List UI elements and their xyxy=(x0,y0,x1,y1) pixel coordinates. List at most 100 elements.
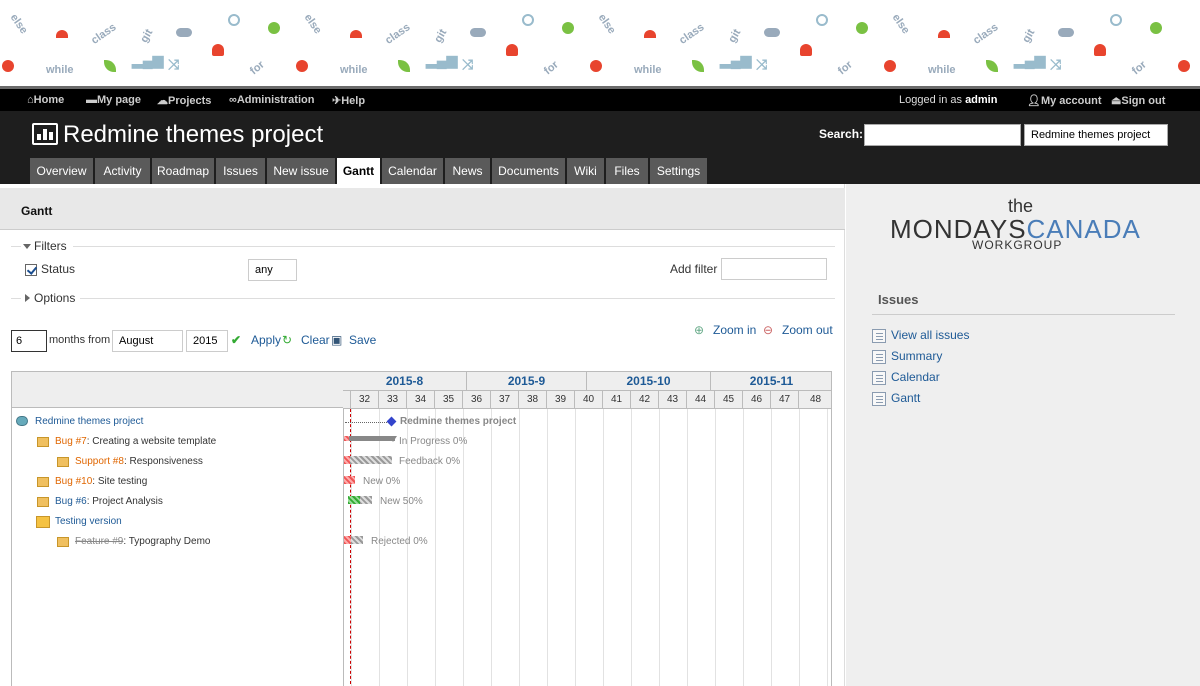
add-filter-select[interactable] xyxy=(721,258,827,280)
user-icon xyxy=(800,44,812,56)
download-circle-icon xyxy=(1178,60,1190,72)
upload-circle-icon xyxy=(856,22,868,34)
gantt-issue-bar[interactable] xyxy=(344,476,355,484)
gantt-parent-bar[interactable] xyxy=(345,436,395,441)
apply-button[interactable]: Apply xyxy=(251,333,281,347)
year-select[interactable]: 2015 xyxy=(186,330,228,352)
top-menu-sign-out[interactable]: ⏏Sign out xyxy=(1111,94,1165,107)
tab-overview[interactable]: Overview xyxy=(30,158,93,184)
sidebar-link[interactable]: Gantt xyxy=(891,391,920,405)
collapse-arrow-icon[interactable] xyxy=(23,244,31,249)
search-input[interactable] xyxy=(864,124,1021,146)
month-select[interactable]: August xyxy=(112,330,183,352)
gantt-week-header: 32 xyxy=(351,391,379,409)
issue-link[interactable]: Feature #9 xyxy=(75,536,123,547)
sidebar-link[interactable]: Summary xyxy=(891,349,942,363)
list-icon xyxy=(872,392,886,406)
download-circle-icon xyxy=(296,60,308,72)
issue-subject: : Site testing xyxy=(92,476,148,487)
gantt-late-bar xyxy=(344,536,351,544)
download-circle-icon xyxy=(2,60,14,72)
top-menu-my-page[interactable]: ▬My page xyxy=(86,94,141,106)
save-icon: ▣ xyxy=(331,333,343,347)
top-menu-my-account-label: My account xyxy=(1040,95,1102,107)
gantt-grid-line xyxy=(603,409,604,686)
zoom-out-link[interactable]: Zoom out xyxy=(782,323,833,337)
tab-wiki[interactable]: Wiki xyxy=(567,158,604,184)
issue-link[interactable]: Bug #10 xyxy=(55,476,92,487)
top-menu-projects[interactable]: ☁Projects xyxy=(157,94,211,107)
status-filter-checkbox[interactable] xyxy=(25,264,37,276)
gantt-issue-bar[interactable] xyxy=(350,456,392,464)
clear-button[interactable]: Clear xyxy=(301,333,330,347)
gantt-week-header: 33 xyxy=(379,391,407,409)
save-button[interactable]: Save xyxy=(349,333,376,347)
project-jump-select[interactable]: Redmine themes project xyxy=(1024,124,1168,146)
months-input[interactable]: 6 xyxy=(11,330,47,352)
pattern-word: git xyxy=(432,27,450,45)
gantt-week-header: 38 xyxy=(519,391,547,409)
tab-news[interactable]: News xyxy=(445,158,490,184)
sidebar-link[interactable]: Calendar xyxy=(891,370,940,384)
status-filter-select[interactable]: any xyxy=(248,259,297,281)
zoom-in-link[interactable]: Zoom in xyxy=(713,323,756,337)
sidebar-issues-title: Issues xyxy=(878,292,919,307)
expand-arrow-icon[interactable] xyxy=(25,294,30,302)
issue-link[interactable]: Bug #6 xyxy=(55,496,87,507)
tab-documents[interactable]: Documents xyxy=(492,158,565,184)
list-icon xyxy=(872,329,886,343)
gantt-bar-label: In Progress 0% xyxy=(399,436,468,447)
options-legend[interactable]: Options xyxy=(34,291,75,305)
pattern-word: while xyxy=(46,64,74,76)
top-menu-administration[interactable]: ∞Administration xyxy=(229,94,314,106)
sidebar-link[interactable]: View all issues xyxy=(891,328,969,342)
zoom-out-icon: ⊖ xyxy=(763,323,774,337)
top-menu-home[interactable]: ⌂Home xyxy=(27,94,64,106)
signal-bars-icon: ▂▄▆ xyxy=(426,52,458,68)
checkmark-icon: ✔ xyxy=(231,333,242,347)
issue-link[interactable]: Support #8 xyxy=(75,456,124,467)
pattern-word: while xyxy=(340,64,368,76)
logged-in-user-link[interactable]: admin xyxy=(965,94,997,106)
project-header: Redmine themes project Search: Redmine t… xyxy=(0,111,1200,184)
tab-settings[interactable]: Settings xyxy=(650,158,707,184)
pattern-word: git xyxy=(1020,27,1038,45)
gantt-project-link[interactable]: Redmine themes project xyxy=(35,416,143,427)
gantt-grid-line xyxy=(435,409,436,686)
gantt-issue-bar[interactable] xyxy=(360,496,372,504)
tab-new-issue[interactable]: New issue xyxy=(267,158,335,184)
pattern-word: class xyxy=(971,21,1001,47)
gantt-grid-line xyxy=(687,409,688,686)
gantt-month-header: 2015-9 xyxy=(467,372,587,391)
tab-gantt[interactable]: Gantt xyxy=(337,158,380,184)
add-filter-label: Add filter xyxy=(670,262,718,276)
issue-icon xyxy=(37,437,49,447)
tab-issues[interactable]: Issues xyxy=(216,158,265,184)
gantt-version-link[interactable]: Testing version xyxy=(55,516,122,527)
status-filter-label: Status xyxy=(41,262,76,276)
tab-roadmap[interactable]: Roadmap xyxy=(152,158,214,184)
gantt-month-header: 2015-10 xyxy=(587,372,711,391)
gantt-week-header: 39 xyxy=(547,391,575,409)
gantt-bar-label: New 50% xyxy=(380,496,423,507)
user-icon: 👤︎ xyxy=(1027,95,1041,107)
issue-icon xyxy=(57,457,69,467)
tab-calendar[interactable]: Calendar xyxy=(382,158,443,184)
gantt-project-bar-label: Redmine themes project xyxy=(400,416,517,427)
gantt-grid-line xyxy=(491,409,492,686)
gantt-month-header: 2015-11 xyxy=(711,372,831,391)
pattern-word: git xyxy=(138,27,156,45)
tab-files[interactable]: Files xyxy=(606,158,648,184)
gantt-issue-bar[interactable] xyxy=(351,536,363,544)
top-menu-help[interactable]: ✈Help xyxy=(332,94,365,107)
tab-activity[interactable]: Activity xyxy=(95,158,150,184)
gantt-grid-line xyxy=(799,409,800,686)
sign-out-icon: ⏏ xyxy=(1111,95,1122,107)
pattern-word: for xyxy=(1129,58,1149,78)
pattern-word: class xyxy=(383,21,413,47)
issue-link[interactable]: Bug #7 xyxy=(55,436,87,447)
filters-legend[interactable]: Filters xyxy=(34,239,67,253)
gantt-grid-line xyxy=(463,409,464,686)
top-menu-my-account[interactable]: 👤︎My account xyxy=(1027,94,1101,107)
gantt-bar-label: Rejected 0% xyxy=(371,536,428,547)
